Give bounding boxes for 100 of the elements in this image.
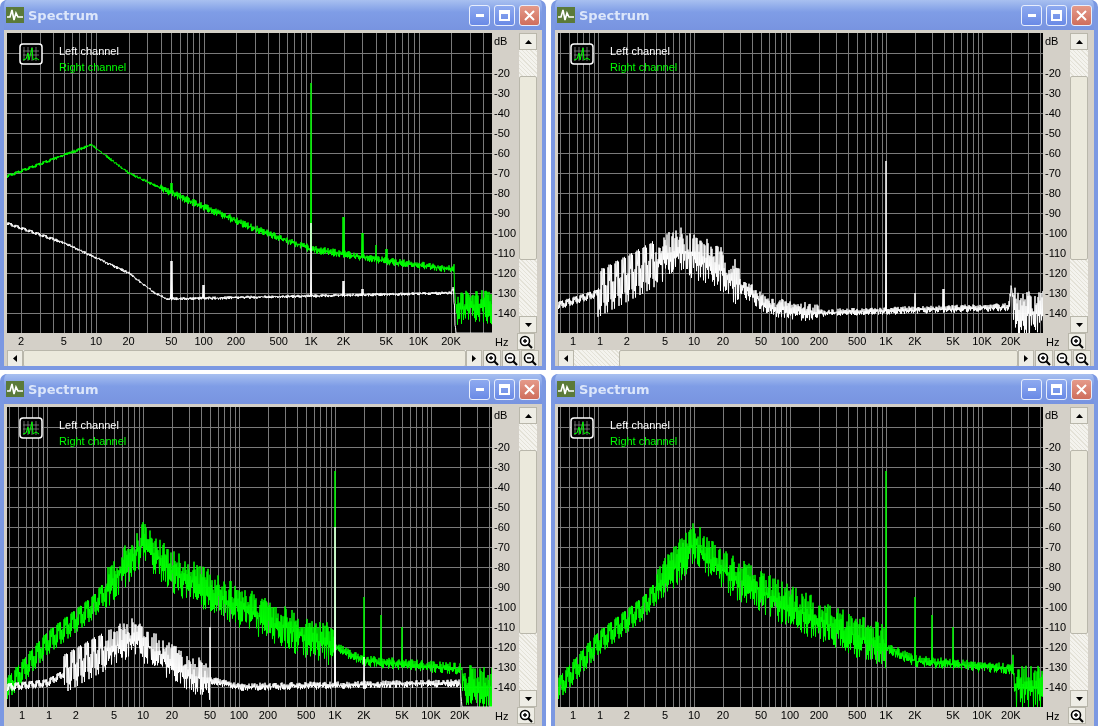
close-button[interactable] bbox=[1071, 4, 1092, 26]
legend-label: Right channel bbox=[610, 60, 678, 75]
axis-label: -110 bbox=[1045, 246, 1068, 261]
axis-unit: dB bbox=[494, 408, 509, 423]
spectrum-icon bbox=[19, 417, 43, 439]
zoom-in-icon bbox=[1070, 708, 1084, 723]
vertical-scrollbar[interactable] bbox=[1070, 407, 1088, 707]
minimize-button[interactable] bbox=[1021, 378, 1042, 400]
maximize-button[interactable] bbox=[1046, 4, 1067, 26]
minimize-button[interactable] bbox=[469, 378, 490, 400]
scroll-up-button[interactable] bbox=[519, 407, 537, 424]
axis-label: -80 bbox=[494, 186, 511, 201]
axis-label: -70 bbox=[494, 540, 511, 555]
axis-label: -100 bbox=[1045, 600, 1069, 615]
spectrum-icon bbox=[570, 43, 594, 65]
up-arrow-icon bbox=[524, 413, 532, 418]
scrollbar-thumb[interactable] bbox=[519, 76, 537, 260]
scroll-up-button[interactable] bbox=[1070, 33, 1088, 50]
zoom-out-button[interactable] bbox=[502, 350, 520, 366]
axis-label: 2K bbox=[908, 335, 922, 347]
window-title: Spectrum bbox=[579, 7, 650, 23]
scroll-down-button[interactable] bbox=[1070, 316, 1088, 333]
vertical-scrollbar[interactable] bbox=[519, 407, 537, 707]
axis-label: 1 bbox=[19, 709, 26, 721]
axis-label: 100 bbox=[780, 709, 800, 721]
scrollbar-thumb[interactable] bbox=[1070, 450, 1088, 634]
window-title: Spectrum bbox=[28, 381, 99, 397]
axis-label: 2 bbox=[623, 709, 630, 721]
legend-label: Left channel bbox=[610, 44, 671, 59]
axis-label: 100 bbox=[194, 335, 213, 347]
axis-label: -30 bbox=[494, 460, 511, 475]
close-button[interactable] bbox=[519, 4, 540, 26]
legend-label: Left channel bbox=[59, 418, 120, 433]
legend-label: Left channel bbox=[610, 418, 671, 433]
zoom-in-icon bbox=[485, 351, 499, 366]
axis-label: -90 bbox=[494, 206, 511, 221]
spectrum-icon bbox=[19, 43, 43, 65]
scrollbar-thumb[interactable] bbox=[619, 350, 1018, 366]
scroll-down-button[interactable] bbox=[519, 690, 537, 707]
zoom-out-icon bbox=[1056, 351, 1070, 366]
maximize-button[interactable] bbox=[1046, 378, 1067, 400]
zoom-in-icon bbox=[1070, 334, 1084, 349]
maximize-button[interactable] bbox=[494, 4, 515, 26]
zoom-in-button[interactable] bbox=[1035, 350, 1053, 366]
axis-label: 1K bbox=[328, 709, 342, 721]
zoom-out-button[interactable] bbox=[1054, 350, 1072, 366]
scroll-up-button[interactable] bbox=[1070, 407, 1088, 424]
right-arrow-icon bbox=[472, 355, 476, 362]
axis-label: -140 bbox=[494, 306, 518, 321]
axis-label: 10 bbox=[90, 335, 103, 347]
axis-label: -20 bbox=[494, 440, 511, 455]
scroll-down-button[interactable] bbox=[519, 316, 537, 333]
axis-label: -130 bbox=[494, 660, 518, 675]
maximize-button[interactable] bbox=[494, 378, 515, 400]
axis-label: -60 bbox=[494, 520, 511, 535]
axis-label: 500 bbox=[847, 709, 867, 721]
horizontal-scrollbar[interactable] bbox=[558, 350, 1034, 366]
axis-label: -140 bbox=[494, 680, 518, 695]
zoom-out-icon bbox=[523, 351, 537, 366]
scroll-up-button[interactable] bbox=[519, 33, 537, 50]
zoom-in-icon bbox=[1037, 351, 1051, 366]
waveform-icon bbox=[6, 381, 24, 397]
axis-label: 5 bbox=[662, 335, 669, 347]
axis-label: 1K bbox=[879, 335, 893, 347]
zoom-in-button[interactable] bbox=[483, 350, 501, 366]
axis-label: -100 bbox=[494, 226, 518, 241]
axis-label: 5K bbox=[946, 709, 960, 721]
axis-label: -100 bbox=[1045, 226, 1069, 241]
axis-label: 10K bbox=[972, 335, 992, 347]
close-button[interactable] bbox=[1071, 378, 1092, 400]
spectrum-icon bbox=[570, 417, 594, 439]
axis-label: -120 bbox=[1045, 266, 1069, 281]
axis-label: -30 bbox=[494, 86, 511, 101]
vertical-scrollbar[interactable] bbox=[1070, 33, 1088, 333]
zoom-in-button[interactable] bbox=[1068, 333, 1086, 350]
waveform-icon bbox=[557, 381, 575, 397]
legend-label: Right channel bbox=[59, 434, 127, 449]
scroll-down-button[interactable] bbox=[1070, 690, 1088, 707]
zoom-in-button[interactable] bbox=[1068, 707, 1086, 724]
maximize-icon bbox=[1051, 383, 1062, 395]
scroll-left-button[interactable] bbox=[558, 350, 574, 366]
axis-label: 200 bbox=[226, 335, 246, 347]
scrollbar-thumb[interactable] bbox=[1070, 76, 1088, 260]
axis-unit: dB bbox=[1045, 408, 1060, 423]
zoom-in-button[interactable] bbox=[517, 707, 535, 724]
minimize-button[interactable] bbox=[469, 4, 490, 26]
close-button[interactable] bbox=[519, 378, 540, 400]
axis-label: -120 bbox=[1045, 640, 1069, 655]
zoom-in-button[interactable] bbox=[517, 333, 535, 350]
minimize-button[interactable] bbox=[1021, 4, 1042, 26]
axis-label: -20 bbox=[1045, 66, 1062, 81]
scroll-right-button[interactable] bbox=[1018, 350, 1034, 366]
axis-label: 500 bbox=[269, 335, 288, 347]
scroll-right-button[interactable] bbox=[466, 350, 482, 366]
scrollbar-thumb[interactable] bbox=[519, 450, 537, 634]
vertical-scrollbar[interactable] bbox=[519, 33, 537, 333]
axis-label: 500 bbox=[847, 335, 867, 347]
scroll-left-button[interactable] bbox=[7, 350, 23, 366]
zoom-out-button[interactable] bbox=[1073, 350, 1091, 366]
zoom-out-button[interactable] bbox=[521, 350, 539, 366]
